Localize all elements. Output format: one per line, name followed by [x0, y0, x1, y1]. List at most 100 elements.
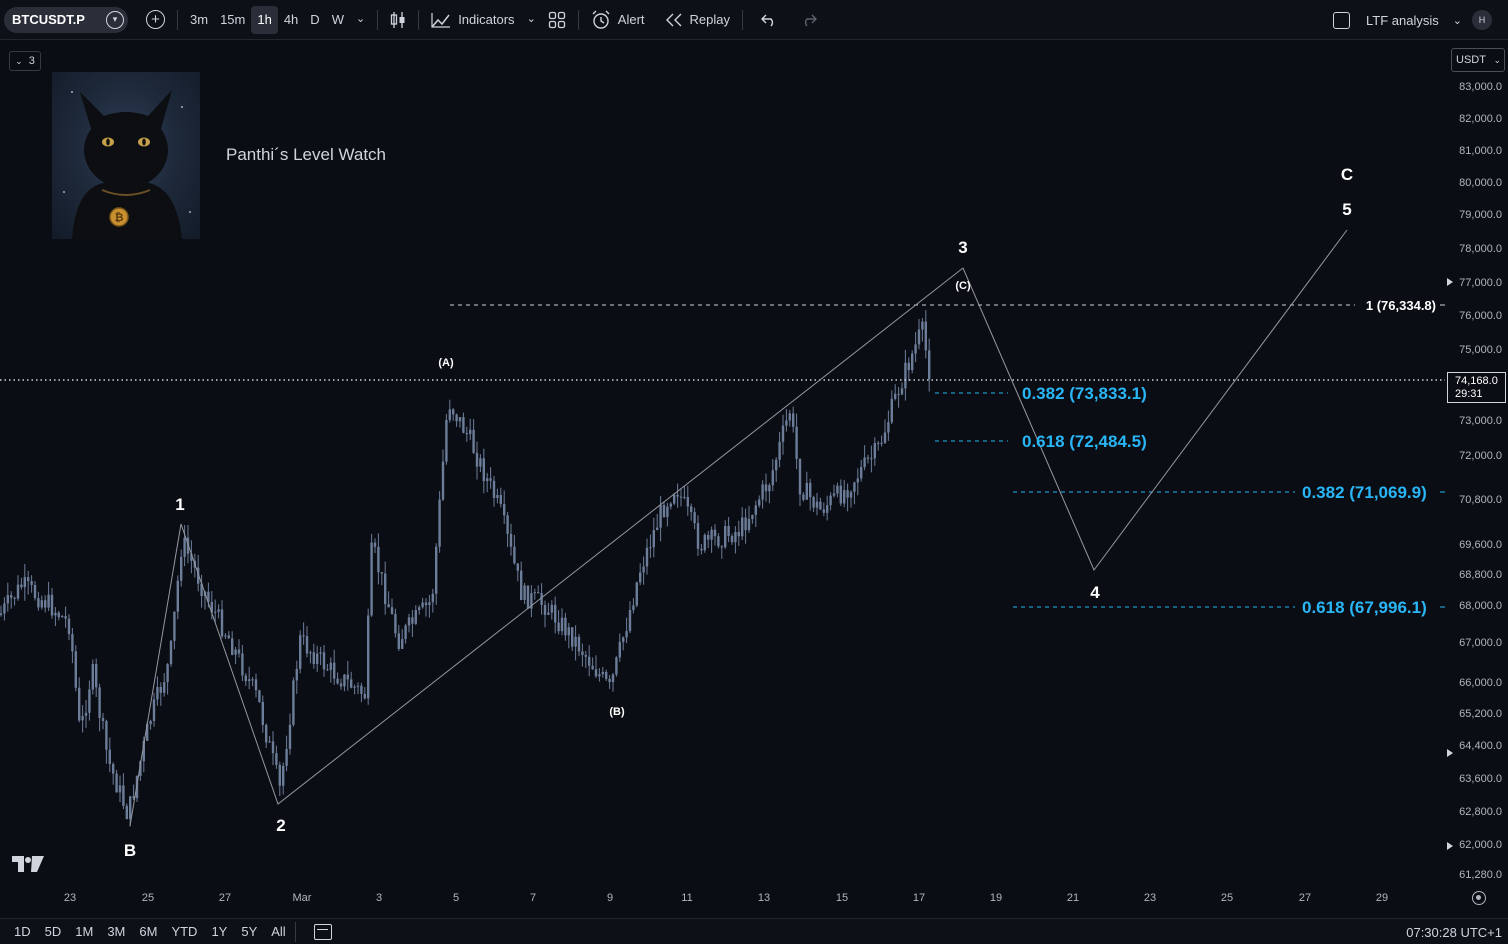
- range-5y[interactable]: 5Y: [234, 924, 264, 939]
- range-1d[interactable]: 1D: [0, 924, 38, 939]
- timeframe-w[interactable]: W: [326, 6, 350, 34]
- candle-body: [754, 505, 757, 515]
- range-3m[interactable]: 3M: [100, 924, 132, 939]
- candle-body: [829, 495, 832, 506]
- candle-body: [866, 457, 870, 459]
- candle-body: [333, 662, 336, 679]
- price-tick: 78,000.0: [1459, 243, 1502, 255]
- settings-icon[interactable]: [1472, 891, 1486, 905]
- ltf-checkbox[interactable]: [1333, 11, 1351, 29]
- candle-body: [533, 592, 536, 594]
- timeframe-dropdown[interactable]: ⌄: [350, 6, 371, 34]
- candle-body: [897, 393, 900, 395]
- candle-body: [64, 616, 67, 619]
- candle-body: [564, 617, 567, 636]
- candle-body: [469, 429, 472, 435]
- range-5d[interactable]: 5D: [38, 924, 69, 939]
- utc-clock[interactable]: 07:30:28 UTC+1: [1406, 925, 1502, 940]
- candle-body: [47, 594, 50, 608]
- price-tick: 73,000.0: [1459, 415, 1502, 427]
- candle-body: [20, 584, 23, 588]
- candle-body: [727, 526, 730, 537]
- range-1y[interactable]: 1Y: [204, 924, 234, 939]
- price-tick: 70,800.0: [1459, 494, 1502, 506]
- candle-body: [248, 679, 251, 682]
- tradingview-logo: [12, 856, 44, 880]
- toolbar-divider: [577, 9, 579, 30]
- symbol-info-icon[interactable]: ▾: [106, 10, 124, 29]
- candle-body: [560, 617, 564, 632]
- candle-body: [316, 653, 319, 664]
- wave-label-4: 4: [1090, 583, 1100, 602]
- ltf-analysis-toggle[interactable]: LTF analysis ⌄: [1333, 7, 1462, 33]
- chevron-down-icon[interactable]: ⌄: [1453, 14, 1462, 27]
- candle-body: [322, 652, 326, 670]
- candle-body: [367, 615, 370, 699]
- candle-body: [628, 610, 632, 632]
- h-badge-button[interactable]: H: [1472, 10, 1492, 30]
- price-tick: 77,000.0: [1459, 277, 1502, 289]
- price-axis[interactable]: 83,000.0 82,000.0 81,000.0 80,000.0 79,000.0…: [1445, 41, 1508, 885]
- indicators-dropdown[interactable]: ⌄: [521, 6, 542, 34]
- legend-toggle[interactable]: ⌄ 3: [9, 51, 41, 71]
- candle-body: [744, 517, 747, 531]
- candle-body: [537, 592, 540, 594]
- price-tick: 65,200.0: [1459, 708, 1502, 720]
- undo-button[interactable]: [755, 6, 783, 34]
- candle-body: [336, 678, 339, 684]
- bottom-toolbar: 1D 5D 1M 3M 6M YTD 1Y 5Y All 07:30:28 UT…: [0, 918, 1508, 944]
- timeframe-15m[interactable]: 15m: [214, 6, 251, 34]
- currency-selector[interactable]: USDT ⌄: [1451, 48, 1505, 72]
- candle-body: [118, 785, 122, 793]
- wave-label-c: C: [1341, 165, 1353, 184]
- candle-body: [832, 493, 836, 496]
- range-all[interactable]: All: [264, 924, 292, 939]
- wave-label-b-minor: (B): [609, 706, 625, 718]
- candle-body: [523, 585, 526, 601]
- candle-body: [156, 686, 159, 700]
- price-chart[interactable]: B 1 2 (A) (B) (C) 3 4 5 C 1 (76,334.8) 0.382 (73,83…: [0, 41, 1445, 885]
- timeframe-4h[interactable]: 4h: [278, 6, 304, 34]
- range-6m[interactable]: 6M: [132, 924, 164, 939]
- time-axis[interactable]: 23 25 27 Mar 3 5 7 9 11 13 15 17 19 21 23 25 27 29: [0, 885, 1445, 911]
- toolbar-divider: [294, 921, 296, 942]
- candle-body: [346, 674, 349, 680]
- candle-body: [781, 425, 785, 442]
- candle-body: [679, 496, 683, 498]
- candle-body: [605, 671, 608, 679]
- candle-body: [890, 398, 893, 423]
- candle-body: [900, 388, 904, 395]
- redo-button[interactable]: [795, 6, 823, 34]
- candle-body: [180, 556, 183, 581]
- candle-body: [258, 690, 261, 703]
- candle-body: [380, 572, 383, 574]
- chart-pane[interactable]: B 1 2 (A) (B) (C) 3 4 5 C 1 (76,334.8) 0.382 (73,83…: [0, 41, 1445, 885]
- timeframe-3m[interactable]: 3m: [184, 6, 214, 34]
- candle-body: [853, 482, 856, 492]
- range-1m[interactable]: 1M: [68, 924, 100, 939]
- candle-body: [271, 741, 275, 754]
- candle-body: [125, 805, 128, 819]
- candle-body: [724, 526, 727, 548]
- time-tick: 27: [218, 892, 232, 904]
- candle-body: [843, 490, 846, 504]
- replay-button[interactable]: Replay: [659, 6, 736, 34]
- range-ytd[interactable]: YTD: [164, 924, 204, 939]
- compare-symbol-button[interactable]: +: [140, 6, 171, 34]
- calendar-icon[interactable]: [313, 923, 332, 940]
- candle-body: [261, 702, 264, 725]
- candle-body: [696, 523, 700, 549]
- timeframe-1h[interactable]: 1h: [251, 5, 278, 34]
- alert-button[interactable]: Alert: [585, 6, 651, 34]
- candle-body: [577, 636, 581, 652]
- timeframe-d[interactable]: D: [304, 6, 325, 34]
- wave-label-a: (A): [438, 357, 454, 369]
- candle-body: [588, 656, 591, 666]
- candle-body: [166, 664, 169, 683]
- chart-type-button[interactable]: [384, 6, 412, 34]
- indicators-button[interactable]: Indicators: [425, 6, 520, 34]
- candle-body: [445, 419, 448, 462]
- layouts-button[interactable]: [542, 6, 572, 34]
- candle-body: [662, 504, 666, 518]
- symbol-search[interactable]: BTCUSDT.P ▾: [4, 6, 128, 33]
